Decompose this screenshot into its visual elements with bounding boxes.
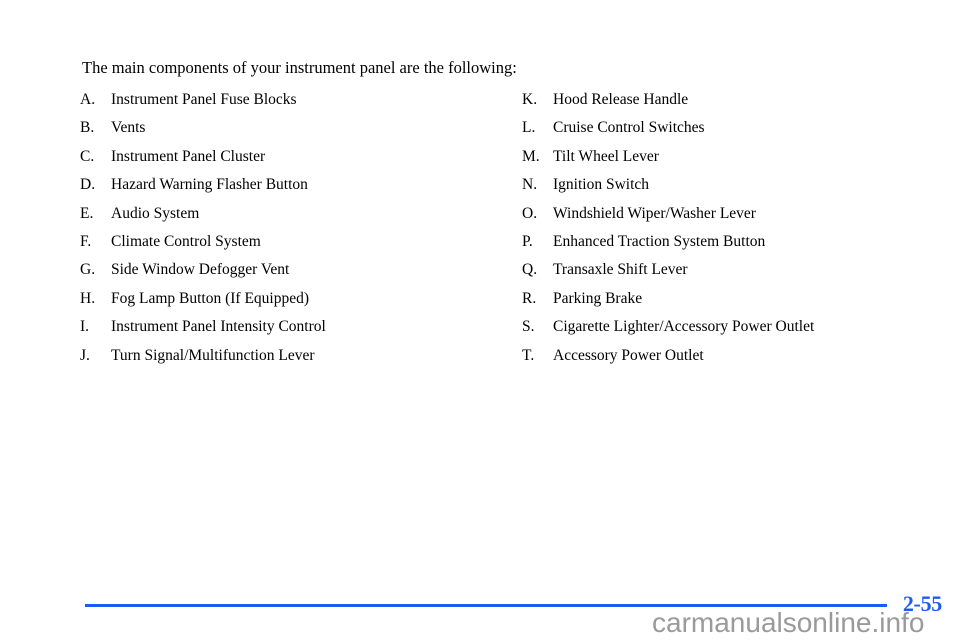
list-item-letter: F.: [80, 232, 92, 250]
list-item: H. Fog Lamp Button (If Equipped): [80, 285, 326, 313]
list-item-letter: M.: [522, 147, 540, 165]
component-list-right-column: K. Hood Release Handle L. Cruise Control…: [522, 86, 814, 370]
list-item-label: Side Window Defogger Vent: [111, 261, 290, 279]
list-item-letter: P.: [522, 232, 533, 250]
list-item: J. Turn Signal/Multifunction Lever: [80, 342, 326, 370]
list-item-label: Audio System: [111, 204, 200, 222]
list-item: B. Vents: [80, 114, 326, 142]
list-item-label: Hood Release Handle: [553, 91, 689, 108]
list-item: P. Enhanced Traction System Button: [522, 228, 814, 256]
list-item-letter: G.: [80, 261, 96, 279]
list-item-letter: N.: [522, 176, 538, 194]
list-item-label: Accessory Power Outlet: [553, 346, 704, 364]
list-item: C. Instrument Panel Cluster: [80, 143, 326, 171]
list-item-letter: S.: [522, 318, 535, 336]
list-item: G. Side Window Defogger Vent: [80, 256, 326, 284]
list-item-letter: R.: [522, 289, 537, 307]
list-item: M. Tilt Wheel Lever: [522, 143, 814, 171]
list-item-label: Cruise Control Switches: [553, 119, 705, 137]
list-item: L. Cruise Control Switches: [522, 114, 814, 142]
list-item-letter: E.: [80, 204, 94, 222]
list-item-label: Hazard Warning Flasher Button: [111, 176, 308, 194]
list-item-label: Windshield Wiper/Washer Lever: [553, 204, 756, 222]
list-item-label: Turn Signal/Multifunction Lever: [111, 346, 315, 364]
list-item: O. Windshield Wiper/Washer Lever: [522, 200, 814, 228]
list-item-letter: T.: [522, 346, 535, 364]
list-item: Q. Transaxle Shift Lever: [522, 256, 814, 284]
component-list-left-column: A. Instrument Panel Fuse Blocks B. Vents…: [80, 86, 326, 370]
list-item: T. Accessory Power Outlet: [522, 342, 814, 370]
list-item-letter: Q.: [522, 261, 538, 279]
list-item: D. Hazard Warning Flasher Button: [80, 171, 326, 199]
list-item-label: Climate Control System: [111, 232, 261, 250]
list-item-label: Vents: [111, 119, 146, 137]
watermark: carmanualsonline.info: [652, 607, 925, 638]
list-item: R. Parking Brake: [522, 285, 814, 313]
list-item-letter: K.: [522, 91, 538, 108]
list-item-label: Cigarette Lighter/Accessory Power Outlet: [553, 318, 815, 336]
list-item-label: Ignition Switch: [553, 176, 650, 194]
list-item-label: Transaxle Shift Lever: [553, 261, 688, 279]
list-item: E. Audio System: [80, 200, 326, 228]
list-item: N. Ignition Switch: [522, 171, 814, 199]
list-item-letter: B.: [80, 119, 95, 137]
list-item: I. Instrument Panel Intensity Control: [80, 313, 326, 341]
list-item-label: Fog Lamp Button (If Equipped): [111, 289, 310, 307]
list-item-letter: O.: [522, 204, 538, 222]
list-item-label: Parking Brake: [553, 289, 643, 307]
intro-paragraph: The main components of your instrument p…: [82, 57, 517, 77]
list-item-letter: C.: [80, 147, 95, 165]
document-page: The main components of your instrument p…: [0, 0, 960, 640]
list-item: S. Cigarette Lighter/Accessory Power Out…: [522, 313, 814, 341]
list-item-letter: A.: [80, 91, 96, 108]
list-item: A. Instrument Panel Fuse Blocks: [80, 86, 326, 114]
list-item-label: Instrument Panel Intensity Control: [111, 318, 326, 336]
list-item-label: Enhanced Traction System Button: [553, 232, 766, 250]
list-item: F. Climate Control System: [80, 228, 326, 256]
list-item-letter: J.: [80, 346, 90, 364]
list-item-label: Tilt Wheel Lever: [553, 147, 659, 165]
list-item-label: Instrument Panel Fuse Blocks: [111, 91, 297, 108]
list-item-label: Instrument Panel Cluster: [111, 147, 266, 165]
list-item-letter: D.: [80, 176, 96, 194]
list-item: K. Hood Release Handle: [522, 86, 814, 114]
list-item-letter: H.: [80, 289, 96, 307]
list-item-letter: L.: [522, 119, 536, 137]
list-item-letter: I.: [80, 318, 90, 336]
